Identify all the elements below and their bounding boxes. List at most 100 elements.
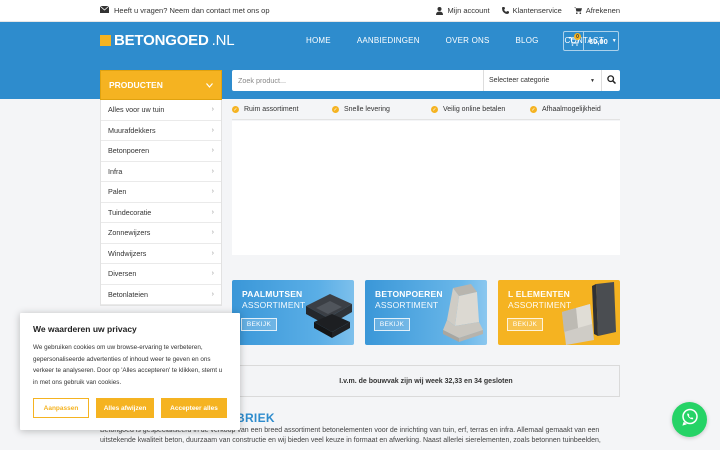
- category-item-muurafdekkers[interactable]: Muurafdekkers ›: [101, 121, 221, 141]
- user-icon: [436, 6, 444, 15]
- category-item-tuindecoratie[interactable]: Tuindecoratie ›: [101, 203, 221, 223]
- products-list: Alles voor uw tuin › Muurafdekkers › Beton…: [100, 100, 222, 306]
- chevron-down-icon: [206, 80, 213, 90]
- customer-service-link[interactable]: Klantenservice: [501, 6, 562, 15]
- logo-main-text: BETONGOED: [114, 32, 209, 49]
- category-item-tuin[interactable]: Alles voor uw tuin ›: [101, 100, 221, 121]
- category-tiles: PAALMUTSEN ASSORTIMENT BEKIJK BETONPOERE…: [232, 280, 620, 345]
- cookie-body: We gebruiken cookies om uw browse-ervari…: [33, 344, 223, 387]
- whatsapp-icon: [681, 408, 699, 431]
- checkout-label: Afrekenen: [585, 6, 620, 15]
- tile-paalmutsen[interactable]: PAALMUTSEN ASSORTIMENT BEKIJK: [232, 280, 354, 345]
- search-icon: [606, 75, 616, 86]
- chevron-right-icon: ›: [211, 249, 214, 257]
- check-icon: ✓: [332, 106, 339, 113]
- category-label: Betonlateien: [108, 289, 148, 299]
- category-item-infra[interactable]: Infra ›: [101, 162, 221, 182]
- cart-count-badge: 0: [574, 33, 581, 40]
- nav-home[interactable]: HOME: [306, 36, 331, 45]
- category-item-palen[interactable]: Palen ›: [101, 182, 221, 203]
- chevron-right-icon: ›: [211, 270, 214, 278]
- contact-notice[interactable]: Heeft u vragen? Neem dan contact met ons…: [99, 5, 270, 15]
- products-menu: PRODUCTEN Alles voor uw tuin › Muurafdekk…: [100, 70, 222, 306]
- nav-aanbiedingen[interactable]: AANBIEDINGEN: [357, 36, 420, 45]
- contact-text: Heeft u vragen? Neem dan contact met ons…: [114, 6, 270, 15]
- cookie-reject-button[interactable]: Alles afwijzen: [96, 398, 154, 418]
- logo-suffix-text: .NL: [211, 32, 235, 49]
- paalmuts-image: [306, 294, 352, 338]
- whatsapp-chat-button[interactable]: [672, 402, 707, 437]
- site-logo[interactable]: BETONGOED .NL: [100, 32, 235, 49]
- tile-betonpoeren[interactable]: BETONPOEREN ASSORTIMENT BEKIJK: [365, 280, 487, 345]
- usp-item: ✓ Ruim assortiment: [232, 106, 332, 113]
- mini-cart-button[interactable]: 0 €0,00 ▼: [563, 31, 619, 51]
- check-icon: ✓: [232, 106, 239, 113]
- usp-label: Veilig online betalen: [443, 106, 506, 113]
- check-icon: ✓: [530, 106, 537, 113]
- my-account-label: Mijn account: [447, 6, 490, 15]
- cart-amount: €0,00: [589, 36, 608, 46]
- hero-slider[interactable]: [232, 121, 620, 255]
- intro-line-2: uitstekende kwaliteit beton, duurzaam va…: [100, 436, 601, 444]
- category-item-betonpoeren[interactable]: Betonpoeren ›: [101, 141, 221, 162]
- top-bar: Heeft u vragen? Neem dan contact met ons…: [0, 0, 720, 22]
- search-button[interactable]: [601, 70, 620, 91]
- envelope-icon: [99, 5, 110, 15]
- tile-subtitle: ASSORTIMENT: [375, 300, 439, 310]
- section-heading: BRIEK: [236, 411, 275, 425]
- logo-square: [100, 35, 111, 46]
- chevron-right-icon: ›: [211, 290, 214, 298]
- category-label: Betonpoeren: [108, 146, 150, 156]
- check-icon: ✓: [431, 106, 438, 113]
- tile-view-button[interactable]: BEKIJK: [241, 318, 277, 331]
- nav-over-ons[interactable]: OVER ONS: [446, 36, 490, 45]
- l-element-image: [562, 282, 616, 345]
- cookie-title: We waarderen uw privacy: [33, 324, 137, 334]
- chevron-right-icon: ›: [211, 126, 214, 134]
- category-label: Windwijzers: [108, 248, 147, 258]
- search-input[interactable]: Zoek product...: [232, 70, 483, 91]
- category-item-zonnewijzers[interactable]: Zonnewijzers ›: [101, 223, 221, 244]
- closure-notice: I.v.m. de bouwvak zijn wij week 32,33 en…: [232, 365, 620, 397]
- tile-view-button[interactable]: BEKIJK: [374, 318, 410, 331]
- category-label: Tuindecoratie: [108, 207, 152, 217]
- category-label: Muurafdekkers: [108, 125, 156, 135]
- search-bar: Zoek product... Selecteer categorie ▼: [232, 70, 620, 91]
- main-header: BETONGOED .NL HOME AANBIEDINGEN OVER ONS …: [0, 22, 720, 59]
- caret-down-icon: ▼: [590, 77, 595, 84]
- category-label: Zonnewijzers: [108, 228, 151, 238]
- cookie-accept-button[interactable]: Accepteer alles: [161, 398, 227, 418]
- tile-view-button[interactable]: BEKIJK: [507, 318, 543, 331]
- nav-blog[interactable]: BLOG: [516, 36, 539, 45]
- cart-icon: 0: [564, 32, 584, 50]
- products-menu-header[interactable]: PRODUCTEN: [100, 70, 222, 100]
- chevron-down-icon: ▼: [611, 38, 617, 44]
- usp-bar: ✓ Ruim assortiment ✓ Snelle levering ✓ Veil…: [232, 100, 620, 120]
- category-item-diversen[interactable]: Diversen ›: [101, 264, 221, 285]
- usp-item: ✓ Afhaalmogelijkheid: [530, 106, 601, 113]
- usp-label: Afhaalmogelijkheid: [542, 106, 601, 113]
- customer-service-label: Klantenservice: [512, 6, 562, 15]
- betonpoer-image: [443, 284, 483, 342]
- usp-label: Snelle levering: [344, 106, 390, 113]
- products-menu-title: PRODUCTEN: [109, 80, 163, 90]
- closure-notice-text: I.v.m. de bouwvak zijn wij week 32,33 en…: [339, 377, 513, 385]
- category-label: Alles voor uw tuin: [108, 105, 165, 115]
- chevron-right-icon: ›: [211, 208, 214, 216]
- cookie-customize-button[interactable]: Aanpassen: [33, 398, 89, 418]
- category-label: Infra: [108, 166, 123, 176]
- cookie-consent-dialog: We waarderen uw privacy We gebruiken coo…: [20, 313, 240, 430]
- category-select[interactable]: Selecteer categorie ▼: [483, 70, 601, 91]
- checkout-link[interactable]: Afrekenen: [573, 6, 620, 15]
- category-item-windwijzers[interactable]: Windwijzers ›: [101, 244, 221, 264]
- tile-subtitle: ASSORTIMENT: [242, 300, 306, 310]
- tile-subtitle: ASSORTIMENT: [508, 300, 572, 310]
- chevron-right-icon: ›: [211, 106, 214, 114]
- chevron-right-icon: ›: [211, 229, 214, 237]
- my-account-link[interactable]: Mijn account: [436, 6, 490, 15]
- cookie-buttons: Aanpassen Alles afwijzen Accepteer alles: [33, 398, 227, 418]
- category-item-betonlateien[interactable]: Betonlateien ›: [101, 285, 221, 305]
- cart-icon: [573, 7, 582, 14]
- usp-label: Ruim assortiment: [244, 106, 299, 113]
- tile-l-elementen[interactable]: L ELEMENTEN ASSORTIMENT BEKIJK: [498, 280, 620, 345]
